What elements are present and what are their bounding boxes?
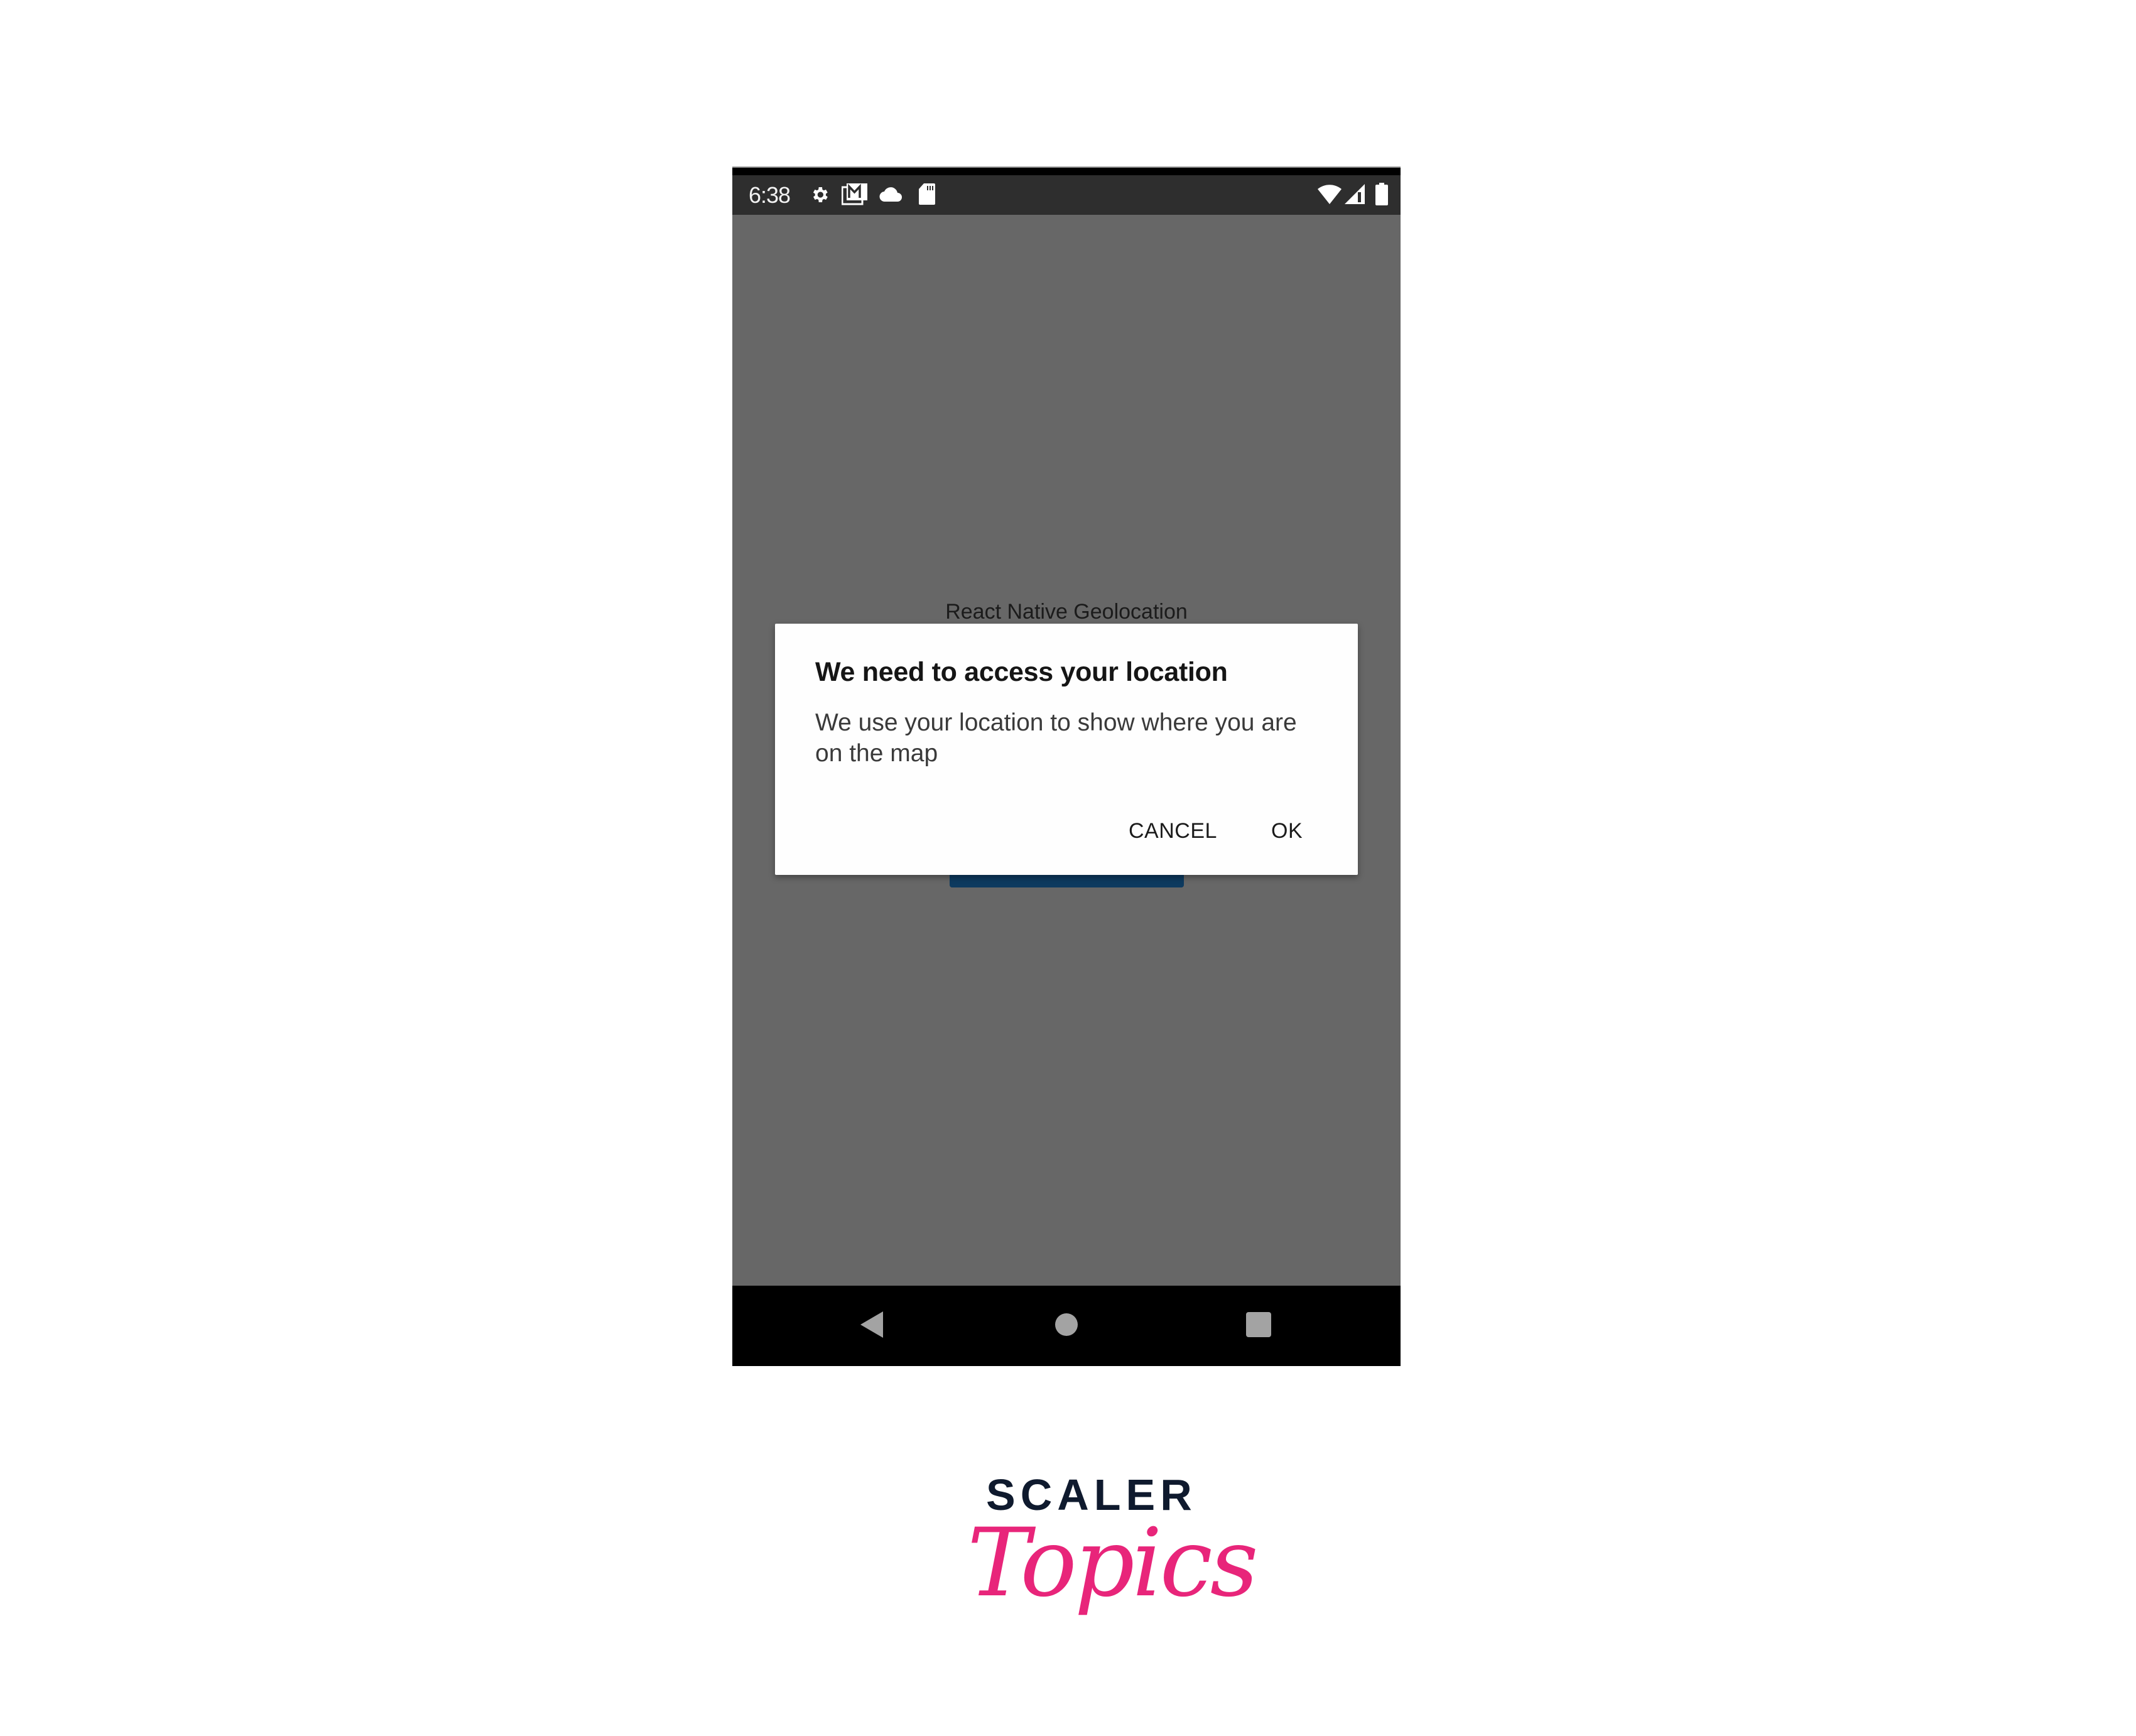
recents-icon[interactable] xyxy=(1246,1312,1271,1340)
battery-icon xyxy=(1375,182,1389,206)
phone-top-bezel xyxy=(732,168,1401,175)
wifi-icon xyxy=(1317,183,1342,205)
phone-screen: 6:38 React Native Geolocation We need to… xyxy=(732,166,1401,1366)
app-content: React Native Geolocation We need to acce… xyxy=(732,215,1401,1286)
navigation-bar xyxy=(732,1286,1401,1366)
home-icon[interactable] xyxy=(1054,1313,1078,1340)
gmail-icon xyxy=(842,183,868,205)
status-bar: 6:38 xyxy=(732,175,1401,215)
settings-gear-icon xyxy=(810,185,830,205)
cancel-button[interactable]: CANCEL xyxy=(1122,812,1223,850)
cloud-icon xyxy=(879,187,903,203)
back-icon[interactable] xyxy=(859,1311,884,1342)
ok-button[interactable]: OK xyxy=(1265,812,1309,850)
logo-topics-text: Topics xyxy=(967,1509,1259,1618)
sd-card-icon xyxy=(918,183,936,205)
status-time: 6:38 xyxy=(749,182,791,208)
dialog-message: We use your location to show where you a… xyxy=(815,709,1297,767)
app-title: React Native Geolocation xyxy=(945,600,1188,624)
dialog-title: We need to access your location xyxy=(815,657,1228,687)
cellular-signal-icon xyxy=(1344,183,1365,205)
scaler-topics-logo: SCALER Topics xyxy=(967,1470,1259,1639)
permission-dialog: We need to access your location We use y… xyxy=(775,624,1358,875)
